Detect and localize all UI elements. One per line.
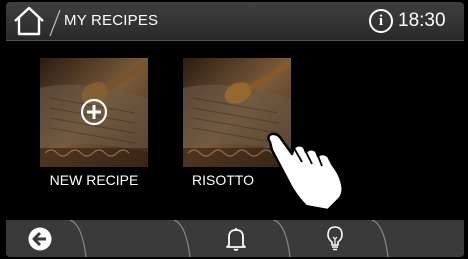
info-icon: i [378, 12, 384, 29]
bell-icon [226, 228, 246, 251]
back-button[interactable] [28, 227, 52, 251]
home-button[interactable] [12, 5, 46, 37]
pointing-hand-icon [267, 132, 348, 212]
header-bar: MY RECIPES i 18:30 [6, 2, 464, 41]
tips-button[interactable] [326, 225, 344, 253]
screen: MY RECIPES i 18:30 NEW RECIPE RISOTTO [6, 2, 464, 257]
info-button[interactable]: i [369, 9, 393, 33]
page-title: MY RECIPES [64, 12, 159, 29]
notifications-button[interactable] [225, 226, 247, 252]
header-separator [49, 9, 61, 37]
new-recipe-label: NEW RECIPE [49, 172, 139, 188]
back-icon [28, 227, 52, 251]
new-recipe-tile[interactable] [40, 58, 148, 167]
bottom-nav-bar [6, 220, 464, 257]
plus-circle-icon [80, 98, 108, 126]
lightbulb-icon [327, 226, 343, 251]
clock-time: 18:30 [398, 10, 446, 31]
home-icon [14, 6, 44, 36]
